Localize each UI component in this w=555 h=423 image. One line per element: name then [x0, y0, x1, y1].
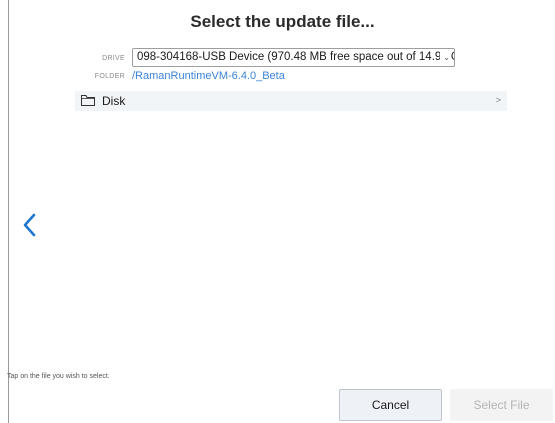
hint-text: Tap on the file you wish to select. — [7, 373, 110, 380]
folder-label: FOLDER — [94, 73, 125, 80]
back-arrow-button[interactable] — [20, 212, 40, 238]
select-file-button[interactable]: Select File — [450, 389, 553, 421]
folder-icon — [81, 95, 95, 106]
chevron-right-icon: > — [495, 95, 501, 105]
file-name: Disk — [102, 94, 126, 108]
folder-row: FOLDER /RamanRuntimeVM-6.4.0_Beta — [9, 69, 555, 85]
folder-path-link[interactable]: /RamanRuntimeVM-6.4.0_Beta — [132, 70, 285, 82]
chevron-left-icon — [23, 213, 36, 237]
drive-select-value: 098-304168-USB Device (970.48 MB free sp… — [137, 51, 455, 63]
file-picker-dialog: Select the update file... DRIVE 098-3041… — [7, 0, 555, 423]
dialog-title: Select the update file... — [190, 12, 375, 31]
cancel-button[interactable]: Cancel — [339, 389, 442, 421]
drive-select[interactable]: 098-304168-USB Device (970.48 MB free sp… — [132, 48, 455, 67]
drive-label: DRIVE — [102, 55, 125, 62]
chevron-down-icon: ⌄ — [440, 49, 450, 66]
drive-row: DRIVE 098-304168-USB Device (970.48 MB f… — [9, 48, 555, 68]
list-item[interactable]: Disk > — [75, 91, 507, 111]
